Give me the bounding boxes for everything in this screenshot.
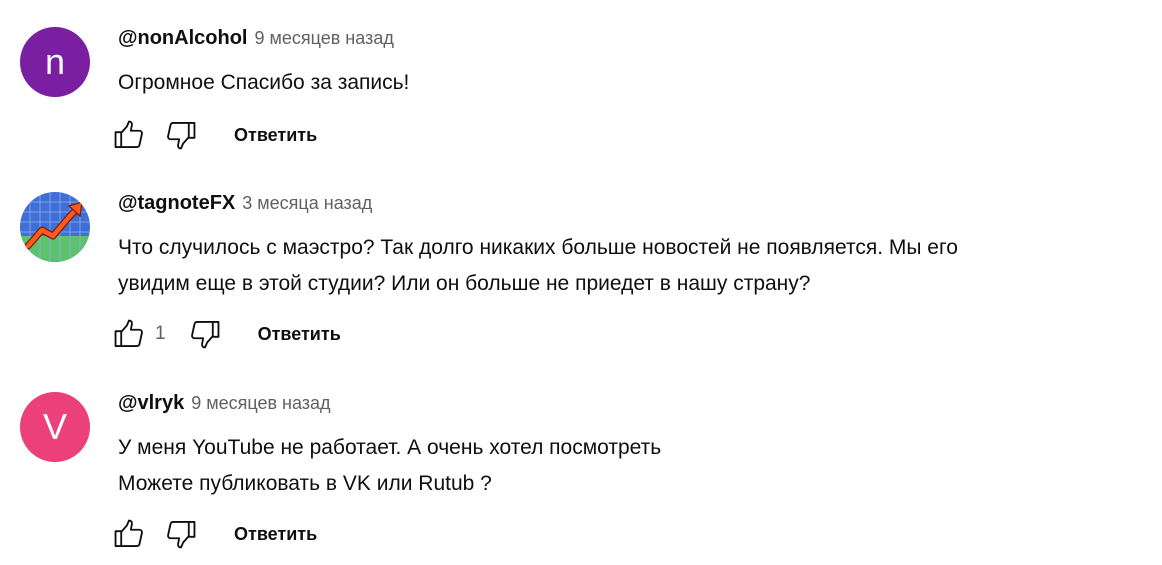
- comment-body: @vlryk 9 месяцев назад У меня YouTube не…: [118, 392, 1142, 502]
- dislike-button[interactable]: [160, 514, 202, 554]
- avatar[interactable]: V: [20, 392, 90, 462]
- comment-line: У меня YouTube не работает. А очень хоте…: [118, 436, 662, 459]
- comment-header: @tagnoteFX 3 месяца назад: [118, 192, 1142, 222]
- comment-body: @tagnoteFX 3 месяца назад Что случилось …: [118, 192, 1142, 302]
- comments-section: n @nonAlcohol 9 месяцев назад Огромное С…: [0, 0, 1162, 565]
- comment-line: Можете публиковать в VK или Rutub ?: [118, 472, 492, 495]
- thumb-down-icon: [167, 122, 196, 150]
- thumb-up-icon: [114, 319, 143, 347]
- thumb-down-icon: [167, 521, 196, 549]
- like-button[interactable]: [108, 314, 150, 354]
- comment-line: Огромное Спасибо за запись!: [118, 71, 410, 94]
- thumb-up-icon: [114, 120, 143, 148]
- avatar[interactable]: [20, 192, 90, 262]
- reply-button[interactable]: Ответить: [234, 125, 317, 146]
- comment-line: увидим еще в этой студии? Или он больше …: [118, 272, 811, 295]
- dislike-button[interactable]: [184, 314, 226, 354]
- thumb-down-icon: [190, 321, 219, 349]
- thumb-up-icon: [114, 519, 143, 547]
- like-count: 1: [155, 323, 166, 344]
- dislike-button[interactable]: [160, 115, 202, 155]
- like-button[interactable]: [108, 514, 150, 554]
- comment-body: @nonAlcohol 9 месяцев назад Огромное Спа…: [118, 27, 1142, 101]
- published-time[interactable]: 9 месяцев назад: [191, 393, 330, 414]
- comment-text: У меня YouTube не работает. А очень хоте…: [118, 430, 1142, 502]
- author-name[interactable]: @vlryk: [118, 392, 184, 415]
- author-name[interactable]: @nonAlcohol: [118, 27, 247, 50]
- comment-toolbar: Ответить: [108, 115, 317, 155]
- avatar[interactable]: n: [20, 27, 90, 97]
- comment-text: Что случилось с маэстро? Так долго никак…: [118, 230, 1142, 302]
- like-button[interactable]: [108, 115, 150, 155]
- author-name[interactable]: @tagnoteFX: [118, 192, 235, 215]
- published-time[interactable]: 9 месяцев назад: [254, 28, 393, 49]
- comment-toolbar: 1 Ответить: [108, 314, 341, 354]
- comment-line: Что случилось с маэстро? Так долго никак…: [118, 236, 958, 259]
- comment-toolbar: Ответить: [108, 514, 317, 554]
- comment-text: Огромное Спасибо за запись!: [118, 65, 1142, 101]
- avatar-letter: n: [44, 41, 66, 82]
- comment-header: @vlryk 9 месяцев назад: [118, 392, 1142, 422]
- rising-chart-icon: [20, 192, 90, 262]
- reply-button[interactable]: Ответить: [234, 524, 317, 545]
- avatar-letter: V: [42, 406, 67, 447]
- published-time[interactable]: 3 месяца назад: [242, 193, 372, 214]
- comment-header: @nonAlcohol 9 месяцев назад: [118, 27, 1142, 57]
- reply-button[interactable]: Ответить: [258, 324, 341, 345]
